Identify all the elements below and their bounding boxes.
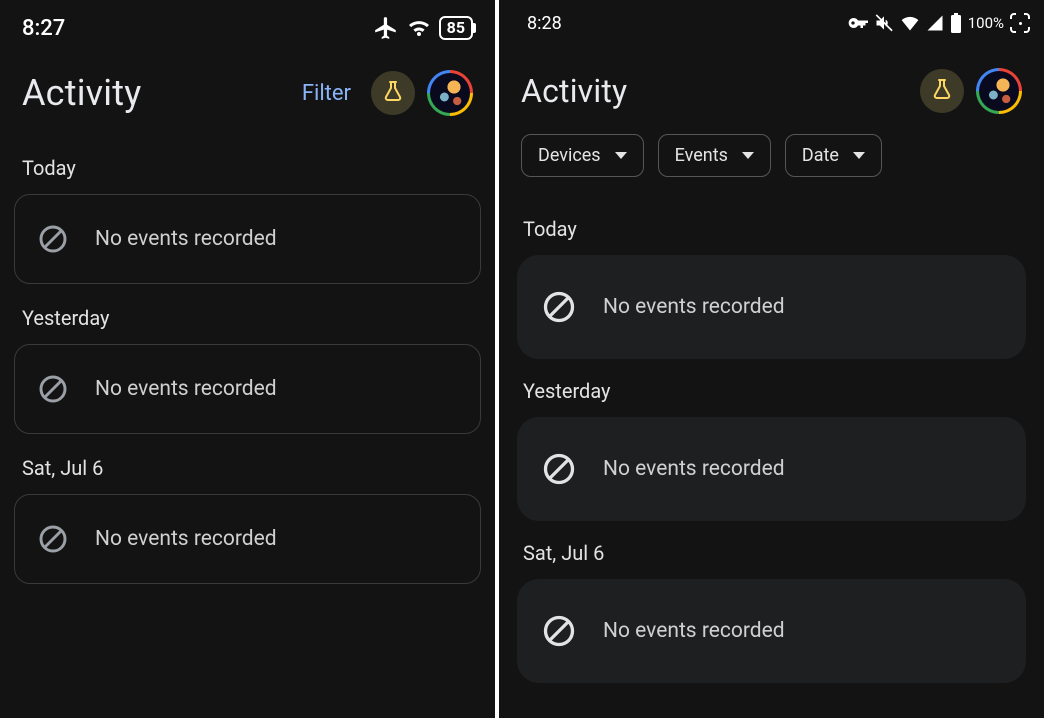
filter-link[interactable]: Filter [302, 81, 351, 106]
screenshot-left: 8:27 85 Activity Filter Today No ev [0, 0, 495, 718]
app-header: Activity [499, 46, 1044, 128]
chip-devices[interactable]: Devices [521, 134, 644, 177]
event-card: No events recorded [14, 194, 481, 284]
chip-label: Date [802, 145, 839, 166]
account-avatar[interactable] [976, 68, 1022, 114]
event-message: No events recorded [603, 457, 785, 481]
no-events-icon [37, 223, 69, 255]
chevron-down-icon [615, 152, 627, 159]
event-card: No events recorded [517, 417, 1026, 521]
chevron-down-icon [742, 152, 754, 159]
no-events-icon [541, 613, 577, 649]
status-bar: 8:28 100% [499, 0, 1044, 46]
account-avatar[interactable] [427, 70, 473, 116]
no-events-icon [541, 451, 577, 487]
filter-chips: Devices Events Date [499, 128, 1044, 185]
section-label: Yesterday [22, 306, 473, 330]
chip-label: Devices [538, 145, 601, 166]
chip-label: Events [675, 145, 728, 166]
event-message: No events recorded [95, 227, 277, 251]
event-message: No events recorded [603, 619, 785, 643]
status-time: 8:27 [22, 16, 65, 41]
status-icons: 85 [373, 15, 473, 41]
mute-icon [874, 13, 894, 33]
app-header: Activity Filter [0, 56, 495, 126]
event-card: No events recorded [517, 255, 1026, 359]
labs-button[interactable] [371, 71, 415, 115]
event-message: No events recorded [95, 527, 277, 551]
flask-icon [381, 79, 405, 107]
page-title: Activity [521, 72, 627, 110]
chevron-down-icon [853, 152, 865, 159]
status-time: 8:28 [527, 13, 562, 34]
event-card: No events recorded [517, 579, 1026, 683]
screenshot-right: 8:28 100% Activity [499, 0, 1044, 718]
page-title: Activity [22, 72, 141, 114]
activity-sections: Today No events recorded Yesterday No ev… [0, 126, 495, 584]
battery-indicator: 85 [439, 16, 473, 40]
fullscreen-icon [1010, 13, 1030, 33]
event-card: No events recorded [14, 344, 481, 434]
event-card: No events recorded [14, 494, 481, 584]
labs-button[interactable] [920, 69, 964, 113]
section-label: Yesterday [523, 379, 1020, 403]
section-label: Sat, Jul 6 [22, 456, 473, 480]
section-label: Sat, Jul 6 [523, 541, 1020, 565]
event-message: No events recorded [95, 377, 277, 401]
airplane-mode-icon [373, 15, 399, 41]
vpn-key-icon [848, 13, 868, 33]
battery-percent: 100% [968, 14, 1004, 32]
section-label: Today [523, 217, 1020, 241]
chip-date[interactable]: Date [785, 134, 882, 177]
signal-icon [926, 14, 944, 32]
no-events-icon [37, 523, 69, 555]
activity-sections: Today No events recorded Yesterday No ev… [499, 185, 1044, 683]
status-icons: 100% [848, 13, 1030, 33]
section-label: Today [22, 156, 473, 180]
event-message: No events recorded [603, 295, 785, 319]
chip-events[interactable]: Events [658, 134, 771, 177]
battery-icon [950, 13, 962, 33]
wifi-icon [407, 16, 431, 40]
flask-icon [930, 77, 954, 105]
no-events-icon [37, 373, 69, 405]
status-bar: 8:27 85 [0, 0, 495, 56]
wifi-icon [900, 13, 920, 33]
no-events-icon [541, 289, 577, 325]
